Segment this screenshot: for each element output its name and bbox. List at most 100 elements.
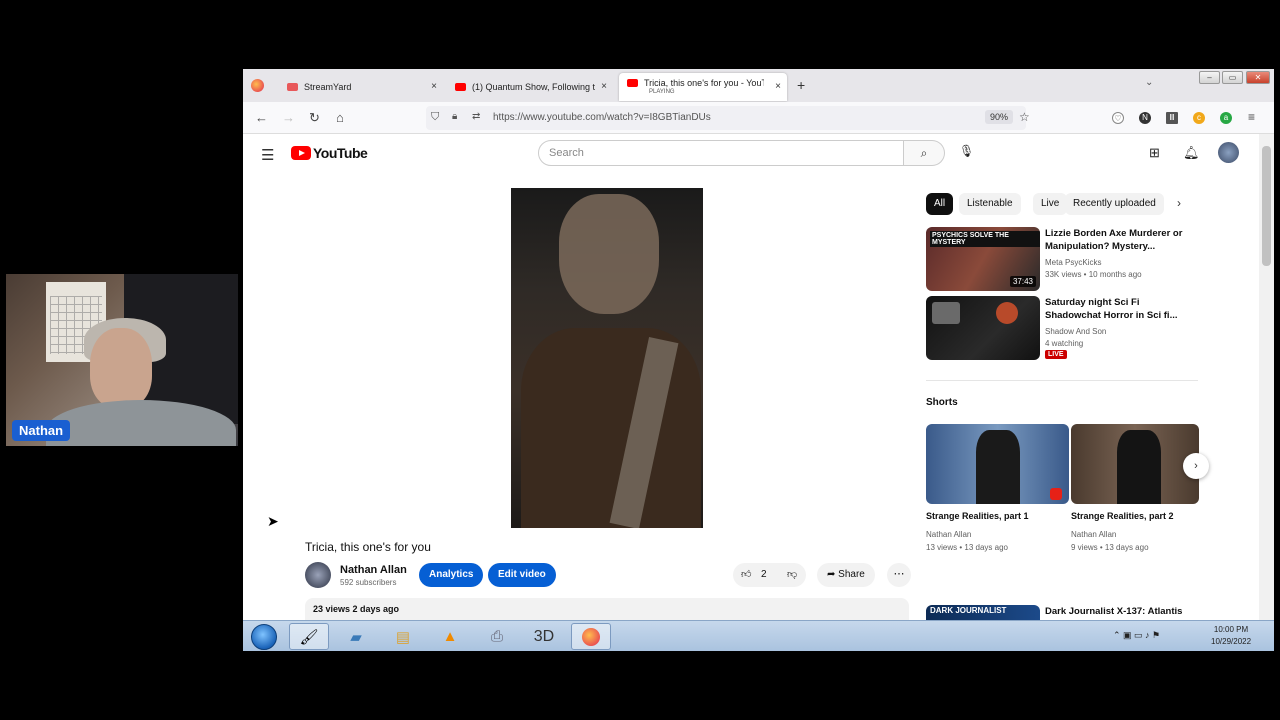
system-tray[interactable]: ⌃ ▣ ▭ ♪ ⚑: [1113, 630, 1160, 641]
short-channel[interactable]: Nathan Allan: [1071, 528, 1199, 541]
edit-video-button[interactable]: Edit video: [488, 563, 556, 587]
video-player[interactable]: [511, 188, 703, 528]
scrollbar-thumb[interactable]: [1262, 146, 1271, 266]
window-icon[interactable]: ▰: [336, 623, 376, 650]
shorts-logo-icon: [1050, 488, 1062, 500]
tab-title: (1) Quantum Show, Following t: [472, 82, 596, 92]
library-icon[interactable]: Ⅲ: [1166, 112, 1178, 124]
more-actions-icon[interactable]: ⋯: [887, 563, 911, 587]
search-input[interactable]: [538, 140, 904, 166]
extension-a-icon[interactable]: a: [1220, 112, 1232, 124]
notifications-bell-icon[interactable]: 🔔︎: [1183, 145, 1200, 161]
back-arrow-icon[interactable]: ←: [255, 110, 268, 125]
like-count: 2: [761, 569, 767, 580]
short-channel[interactable]: Nathan Allan: [926, 528, 1069, 541]
url-text[interactable]: https://www.youtube.com/watch?v=I8GBTian…: [493, 112, 711, 123]
browser-window: StreamYard × (1) Quantum Show, Following…: [243, 69, 1274, 651]
related-channel[interactable]: Shadow And Son: [1045, 327, 1106, 336]
tab-bar: StreamYard × (1) Quantum Show, Following…: [243, 69, 1274, 102]
chip-recently-uploaded[interactable]: Recently uploaded: [1065, 193, 1164, 215]
window-close-button[interactable]: ✕: [1246, 71, 1270, 84]
youtube-favicon-icon: [455, 83, 466, 91]
short-title[interactable]: Strange Realities, part 1: [926, 511, 1069, 521]
related-video[interactable]: PSYCHICS SOLVE THE MYSTERY 37:43 Lizzie …: [926, 227, 1206, 291]
related-channel[interactable]: Meta PsycKicks: [1045, 258, 1101, 267]
zoom-indicator[interactable]: 90%: [985, 110, 1014, 124]
microphone-icon[interactable]: 🎙︎: [959, 144, 974, 158]
like-thumb-icon[interactable]: 👍︎: [741, 568, 751, 580]
new-tab-button[interactable]: +: [797, 77, 805, 93]
tab-close-icon[interactable]: ×: [601, 81, 607, 92]
reload-icon[interactable]: ↻: [309, 110, 320, 126]
permissions-icon[interactable]: ⇄: [472, 111, 480, 122]
related-title[interactable]: Lizzie Borden Axe Murderer or Manipulati…: [1045, 227, 1195, 253]
short-thumbnail[interactable]: [1071, 424, 1199, 504]
account-avatar[interactable]: [1218, 142, 1239, 163]
extension-n-icon[interactable]: N: [1139, 112, 1151, 124]
youtube-logo[interactable]: YouTube: [291, 145, 368, 161]
vlc-icon[interactable]: ▲: [430, 623, 470, 650]
tab-quantum-show[interactable]: (1) Quantum Show, Following t ×: [447, 73, 613, 101]
folder-icon[interactable]: ▤: [383, 623, 423, 650]
lock-icon[interactable]: 🔒︎: [452, 111, 457, 122]
tracking-shield-icon[interactable]: ⛉: [431, 111, 439, 124]
description-box[interactable]: 23 views 2 days ago: [305, 598, 909, 620]
related-thumbnail[interactable]: DARK JOURNALIST: [926, 605, 1040, 620]
webcam-name-tag: Nathan: [12, 420, 71, 441]
related-video[interactable]: DARK JOURNALIST Dark Journalist X-137: A…: [926, 605, 1206, 620]
share-button[interactable]: ➦ Share: [817, 563, 875, 587]
channel-name[interactable]: Nathan Allan: [340, 564, 407, 576]
search-button[interactable]: ⌕: [904, 140, 945, 166]
shorts-next-chevron-icon[interactable]: ›: [1183, 453, 1209, 479]
share-arrow-icon: ➦: [827, 569, 839, 580]
paint-icon[interactable]: 🖌︎: [289, 623, 329, 650]
chip-live[interactable]: Live: [1033, 193, 1068, 215]
clock-time: 10:00 PM: [1213, 625, 1249, 634]
create-video-icon[interactable]: ⊞: [1149, 145, 1160, 161]
short-item[interactable]: Strange Realities, part 2 Nathan Allan 9…: [1071, 424, 1199, 554]
firefox-menu-icon[interactable]: [251, 79, 264, 92]
short-thumbnail[interactable]: [926, 424, 1069, 504]
youtube-logo-text: YouTube: [313, 145, 368, 161]
search-icon: ⌕: [920, 146, 928, 160]
short-item[interactable]: Strange Realities, part 1 Nathan Allan 1…: [926, 424, 1069, 554]
related-title[interactable]: Dark Journalist X-137: Atlantis: [1045, 605, 1195, 618]
printer-icon[interactable]: ⎙: [477, 623, 517, 650]
tab-close-icon[interactable]: ×: [775, 81, 781, 92]
windows-taskbar: 🖌︎ ▰ ▤ ▲ ⎙ 3D ⌃ ▣ ▭ ♪ ⚑ 10:00 PM 10/29/2…: [243, 620, 1274, 651]
analytics-button[interactable]: Analytics: [419, 563, 484, 587]
page-scrollbar[interactable]: [1259, 134, 1274, 620]
bookmark-star-icon[interactable]: ☆: [1019, 110, 1030, 124]
related-meta: 33K views • 10 months ago: [1045, 270, 1142, 279]
forward-arrow-icon[interactable]: →: [282, 110, 295, 125]
streamyard-favicon-icon: [287, 83, 298, 91]
tab-streamyard[interactable]: StreamYard ×: [279, 73, 443, 101]
chip-all[interactable]: All: [926, 193, 954, 215]
system-clock[interactable]: 10:00 PM 10/29/2022: [1211, 624, 1251, 648]
tab-title: Tricia, this one's for you - YouTu: [644, 78, 764, 88]
related-thumbnail[interactable]: [926, 296, 1040, 360]
tab-close-icon[interactable]: ×: [431, 81, 437, 92]
short-title[interactable]: Strange Realities, part 2: [1071, 511, 1199, 521]
minimize-button[interactable]: –: [1199, 71, 1220, 84]
home-icon[interactable]: ⌂: [336, 110, 344, 125]
dislike-thumb-icon[interactable]: 👎︎: [787, 568, 797, 580]
related-title[interactable]: Saturday night Sci Fi Shadowchat Horror …: [1045, 296, 1195, 322]
3d-icon[interactable]: 3D: [524, 623, 564, 650]
start-button[interactable]: [251, 624, 277, 650]
maximize-button[interactable]: ▭: [1222, 71, 1243, 84]
tab-tricia-video[interactable]: Tricia, this one's for you - YouTu PLAYI…: [619, 73, 787, 101]
pocket-icon[interactable]: ♡: [1112, 112, 1124, 124]
list-tabs-chevron-icon[interactable]: ⌄: [1145, 77, 1153, 88]
extension-c-icon[interactable]: c: [1193, 112, 1205, 124]
divider: [926, 380, 1198, 381]
short-meta: 9 views • 13 days ago: [1071, 543, 1149, 552]
channel-avatar[interactable]: [305, 562, 331, 588]
guide-menu-icon[interactable]: ☰: [261, 146, 274, 164]
related-thumbnail[interactable]: PSYCHICS SOLVE THE MYSTERY 37:43: [926, 227, 1040, 291]
related-video[interactable]: Saturday night Sci Fi Shadowchat Horror …: [926, 296, 1206, 360]
app-menu-icon[interactable]: ≡: [1248, 110, 1255, 124]
firefox-icon[interactable]: [571, 623, 611, 650]
chip-listenable[interactable]: Listenable: [959, 193, 1021, 215]
chips-next-chevron-icon[interactable]: ›: [1177, 196, 1181, 210]
